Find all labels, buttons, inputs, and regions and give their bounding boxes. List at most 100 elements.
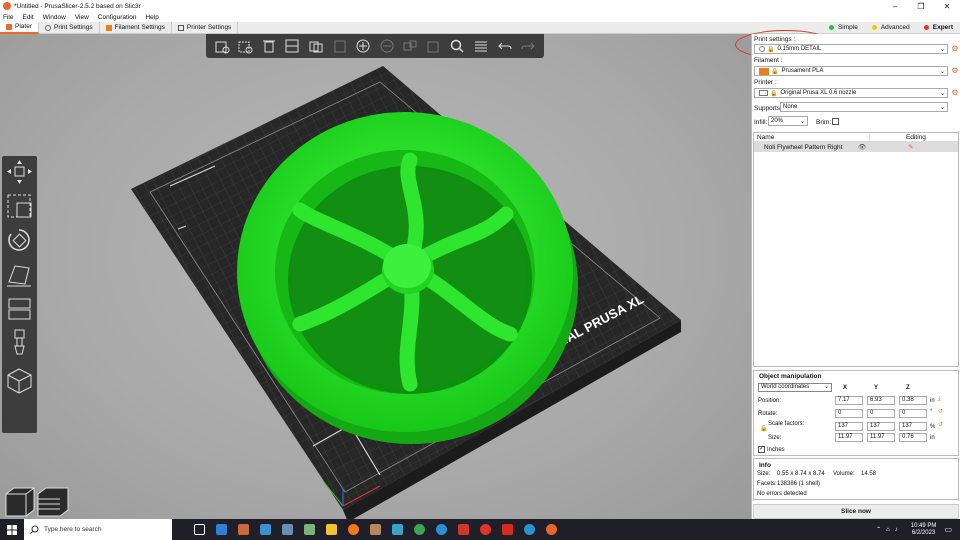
calculator-icon[interactable] [276,519,298,540]
3d-viewport[interactable]: ORIGINAL PRUSA XL [0,34,751,519]
edit-icon[interactable]: ✎ [908,143,913,151]
undo-button[interactable] [496,37,514,55]
maximize-button[interactable]: ❐ [908,2,934,11]
rotate-z-field[interactable]: 0 [899,409,927,418]
clock[interactable]: 10:49 PM 6/2/2023 [911,523,937,537]
scale-z-field[interactable]: 137 [899,422,927,431]
coordinate-system-select[interactable]: World coordinates ⌄ [758,383,832,392]
mode-advanced[interactable]: Advanced [865,24,917,31]
add-object-button[interactable] [213,37,231,55]
notifications-icon[interactable]: ▭ [944,525,952,534]
position-z-field[interactable]: 0.38 [899,396,927,405]
vpn-icon[interactable] [430,519,452,540]
view-mode-icons[interactable] [2,484,70,518]
lock-icon[interactable]: 🔒 [760,425,767,432]
edit-preset-icon[interactable]: ⚙ [951,45,959,53]
acrobat-icon[interactable] [496,519,518,540]
volume-icon[interactable]: ♪ [895,527,898,533]
brim-checkbox[interactable] [832,118,839,125]
scale-tool-button[interactable] [5,192,34,220]
menu-edit[interactable]: Edit [22,14,33,21]
position-y-field[interactable]: 6.93 [867,396,895,405]
inches-checkbox[interactable]: ✓ [758,446,765,453]
reset-scale-icon[interactable]: ↺ [938,421,943,428]
lock-icon: 🔒 [771,68,779,75]
move-tool-button[interactable] [5,158,34,186]
xbox-icon[interactable] [408,519,430,540]
media-icon[interactable] [232,519,254,540]
menu-window[interactable]: Window [43,14,66,21]
print-settings-combo[interactable]: 🔒 0.15mm DETAIL ⌄ [754,44,948,54]
app-icon[interactable] [386,519,408,540]
split-parts-button[interactable] [425,37,443,55]
close-button[interactable]: ✕ [934,2,960,11]
supports-combo[interactable]: None ⌄ [780,102,948,112]
network-status-icon[interactable]: ⌂ [886,527,890,533]
mode-expert[interactable]: Expert [917,24,960,31]
menu-help[interactable]: Help [145,14,158,21]
supports-paint-button[interactable] [5,328,34,356]
redo-button[interactable] [519,37,537,55]
search-button[interactable] [448,37,466,55]
minimize-button[interactable]: – [882,2,908,11]
tab-printer-settings[interactable]: Printer Settings [172,21,239,34]
gimp-icon[interactable] [364,519,386,540]
object-list-header: Name Editing [754,133,958,142]
slice-now-button[interactable]: Slice now [753,504,959,519]
rotate-x-field[interactable]: 0 [835,409,863,418]
list-item[interactable]: Noli Flywheel Pattern Right 👁 ✎ [754,142,958,152]
file-explorer-icon[interactable] [320,519,342,540]
scale-x-field[interactable]: 137 [835,422,863,431]
preview-layers-icon[interactable] [37,487,69,517]
rotate-y-field[interactable]: 0 [867,409,895,418]
infill-combo[interactable]: 20% ⌄ [768,116,808,126]
photo-icon[interactable] [452,519,474,540]
tab-print-settings[interactable]: Print Settings [39,21,100,34]
eye-icon[interactable]: 👁 [858,143,908,151]
task-view-icon[interactable] [188,519,210,540]
view-cube-button[interactable] [5,366,34,394]
menu-view[interactable]: View [75,14,89,21]
edit-printer-icon[interactable]: ⚙ [951,89,959,97]
scale-y-field[interactable]: 137 [867,422,895,431]
tab-plater[interactable]: Plater [0,21,39,34]
taskbar-search-box[interactable]: Type here to search [24,519,172,540]
copy-button[interactable] [307,37,325,55]
rotate-tool-button[interactable] [5,226,34,254]
size-y-field[interactable]: 11.97 [867,433,895,442]
drop-to-bed-icon[interactable]: ⤓ [938,396,941,403]
size-z-field[interactable]: 0.76 [899,433,927,442]
add-instance-button[interactable] [354,37,372,55]
remove-instance-button[interactable] [378,37,396,55]
edge-icon[interactable] [518,519,540,540]
mode-simple[interactable]: Simple [822,24,865,31]
layers-editing-button[interactable] [472,37,490,55]
firefox-icon[interactable] [342,519,364,540]
chevron-up-icon[interactable]: ⌃ [876,526,881,533]
arrange-button[interactable] [283,37,301,55]
delete-all-button[interactable] [260,37,278,55]
cut-tool-button[interactable] [5,294,34,322]
filament-combo[interactable]: 🔒 Prusament PLA ⌄ [754,66,948,76]
paste-button[interactable] [331,37,349,55]
prusaslicer-icon[interactable] [540,519,562,540]
notepad-icon[interactable] [298,519,320,540]
windows-taskbar: Type here to search ⌃ ⌂ ♪ 10:49 PM 6/2/2… [0,519,960,540]
network-icon[interactable] [254,519,276,540]
printer-combo[interactable]: 🔒 Original Prusa XL 0.6 nozzle ⌄ [754,88,948,98]
edit-filament-icon[interactable]: ⚙ [951,67,959,75]
scene-canvas[interactable]: ORIGINAL PRUSA XL [0,34,751,519]
place-on-face-button[interactable] [5,260,34,288]
windows-start-button[interactable] [0,519,24,540]
split-objects-button[interactable] [401,37,419,55]
office-icon[interactable] [474,519,496,540]
mail-icon[interactable] [210,519,232,540]
position-x-field[interactable]: 7.17 [835,396,863,405]
menu-configuration[interactable]: Configuration [98,14,137,21]
menu-file[interactable]: File [3,14,13,21]
tab-filament-settings[interactable]: Filament Settings [100,21,172,34]
delete-object-button[interactable] [236,37,254,55]
3d-view-icon[interactable] [5,487,35,517]
size-x-field[interactable]: 11.97 [835,433,863,442]
reset-rotation-icon[interactable]: ↺ [938,408,943,415]
